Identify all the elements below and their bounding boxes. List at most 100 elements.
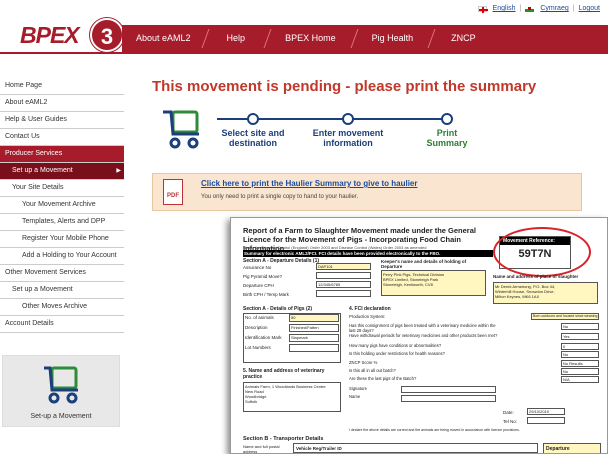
pigs-row-label: Lot Numbers <box>245 345 271 350</box>
document-summary-note: Summary for electronic AML2/FCI. FCI det… <box>243 250 493 257</box>
assurance-value-text: DAP101 <box>318 264 333 269</box>
step-dot <box>247 113 259 125</box>
nav-tab-bpex-home[interactable]: BPEX Home <box>267 25 354 52</box>
sidebar-item[interactable]: Set up a Movement <box>0 282 124 299</box>
slaughter-value: Milton Keynes, MK6 1AX <box>495 294 540 299</box>
english-link[interactable]: English <box>493 5 516 12</box>
departure-cph-box: 12/345/6789 <box>316 281 371 288</box>
sidebar-item[interactable]: Contact Us <box>0 129 124 146</box>
fci-row-label: How many pigs have conditions or abnorma… <box>349 343 442 348</box>
england-flag-icon <box>477 5 488 13</box>
print-note: You only need to print a single copy to … <box>201 194 359 200</box>
fci-row-value: No <box>561 368 599 375</box>
vehicle-reg-box: Vehicle Reg/Trailer ID <box>293 443 538 453</box>
nav-tab-about[interactable]: About eAML2 <box>122 25 205 52</box>
signature-box <box>401 386 496 393</box>
top-links: English | Cymraeg | Logout <box>477 5 600 13</box>
trolley-icon <box>44 366 78 404</box>
sidebar-item[interactable]: Account Details <box>0 316 124 333</box>
name-box <box>401 395 496 402</box>
section-a-heading: Section A - Departure Details (1) <box>243 258 320 264</box>
pigs-row-value: Finished/Fatten <box>289 324 339 332</box>
nav-tab-pig-health[interactable]: Pig Health <box>354 25 432 52</box>
step-dot <box>342 113 354 125</box>
header-divider <box>0 52 608 54</box>
main-nav: About eAML2 Help BPEX Home Pig Health ZN… <box>122 25 608 52</box>
production-system-value: Born outdoors and housed since weaning <box>531 313 599 320</box>
step-label-print-summary: Print Summary <box>426 128 468 148</box>
vet-value: Suffolk <box>245 399 258 404</box>
birth-cph-box <box>316 290 371 297</box>
date-value: 29/10/2010 <box>529 409 550 414</box>
top-link-separator: | <box>519 5 522 12</box>
section-a-row: Pig Pyramid Move? <box>243 274 283 279</box>
sidebar-item[interactable]: Register Your Mobile Phone <box>0 231 124 248</box>
bpex-logo[interactable]: BPEX <box>20 22 80 49</box>
pigs-row-value: 50 <box>289 314 339 322</box>
tel-label: Tel No: <box>503 419 518 424</box>
vet-heading: 5. Name and address of veterinary practi… <box>243 368 325 380</box>
date-label: Date: <box>503 410 514 415</box>
fci-row-label: Is this holding under restrictions for h… <box>349 351 445 356</box>
fci-row-label: Is this all in all out batch? <box>349 368 396 373</box>
setup-movement-card[interactable]: Set-up a Movement <box>2 355 120 427</box>
sidebar-item[interactable]: Home Page <box>0 78 124 95</box>
sidebar-item[interactable]: Add a Holding to Your Account <box>0 248 124 265</box>
logout-link[interactable]: Logout <box>579 5 600 12</box>
nav-tab-zncp[interactable]: ZNCP <box>431 25 496 52</box>
fci-row-value: No <box>561 323 599 330</box>
pdf-icon[interactable]: PDF <box>163 179 183 205</box>
vehicle-reg-label: Vehicle Reg/Trailer ID <box>296 446 342 451</box>
page-title: This movement is pending - please print … <box>152 78 537 95</box>
slaughter-details-box: Mr Derek Armstrong, P.O. Box 44, Winterh… <box>493 282 598 304</box>
departure-cph-value: 12/345/6789 <box>318 282 341 287</box>
departure-label: Departure <box>546 446 570 452</box>
fci-row-value: No <box>561 351 599 358</box>
fci-row-value: Yes <box>561 333 599 340</box>
vet-details-box: Animals Farm, 1 Woodlands Business Centr… <box>243 382 341 412</box>
sidebar-item[interactable]: Set up a Movement <box>0 163 124 180</box>
pigs-row-label: Identification Mark <box>245 335 282 340</box>
print-summary-banner: PDF Click here to print the Haulier Summ… <box>152 173 582 211</box>
step-number-badge: 3 <box>90 18 124 52</box>
fci-row-label: ZNCP Score % <box>349 360 378 365</box>
declaration-text: I declare the above details are correct … <box>349 428 520 432</box>
fci-row-label: Are these the last pigs of the Batch? <box>349 376 417 381</box>
step-label-select-site: Select site and destination <box>221 128 285 148</box>
section-a-row: Birth CPH / Temp Mark <box>243 292 289 297</box>
sidebar-item[interactable]: Other Movement Services <box>0 265 124 282</box>
pigs-row-label: No. of animals <box>245 315 274 320</box>
slaughter-label: Name and address of place of slaughter <box>493 274 579 279</box>
departure-box: Departure <box>543 443 601 453</box>
sidebar-item[interactable]: Help & User Guides <box>0 112 124 129</box>
pigs-row-value: Slapmark <box>289 334 339 342</box>
date-value-box: 29/10/2010 <box>527 408 565 415</box>
sidebar-item[interactable]: Your Movement Archive <box>0 197 124 214</box>
section-b-heading: Section B - Transporter Details <box>243 436 324 442</box>
fci-heading: 4. FCI declaration <box>349 306 391 312</box>
step-label-enter-info: Enter movement information <box>312 128 384 148</box>
section-a-row: Departure CPH <box>243 283 274 288</box>
sidebar-item[interactable]: Producer Services <box>0 146 124 163</box>
cymraeg-link[interactable]: Cymraeg <box>540 5 568 12</box>
pigs-row-value <box>289 344 339 352</box>
keeper-details-box: Perry Pink Pigs, Technical Division BPEX… <box>381 270 486 296</box>
trolley-icon <box>163 110 199 149</box>
fci-row-value: N/A <box>561 376 599 383</box>
setup-movement-card-label: Set-up a Movement <box>30 413 92 420</box>
wales-flag-icon <box>525 5 535 12</box>
sidebar-item[interactable]: Other Moves Archive <box>0 299 124 316</box>
pig-pyramid-box <box>316 272 371 279</box>
nav-tab-help[interactable]: Help <box>205 25 268 52</box>
section-a-row: Assurance No <box>243 265 272 270</box>
pigs-row-label: Description <box>245 325 268 330</box>
keeper-label: Keeper's name and details of holding of … <box>381 259 467 269</box>
print-haulier-summary-link[interactable]: Click here to print the Haulier Summary … <box>201 179 418 188</box>
sidebar-item[interactable]: Templates, Alerts and DPP <box>0 214 124 231</box>
section-a2-heading: Section A - Details of Pigs (2) <box>243 306 313 312</box>
fci-row-label: Production System: <box>349 314 386 319</box>
sidebar-item[interactable]: About eAML2 <box>0 95 124 112</box>
transporter-label: Name and full postal address <box>243 444 280 454</box>
progress-steps: Select site and destination Enter moveme… <box>155 106 485 164</box>
sidebar-item[interactable]: Your Site Details <box>0 180 124 197</box>
